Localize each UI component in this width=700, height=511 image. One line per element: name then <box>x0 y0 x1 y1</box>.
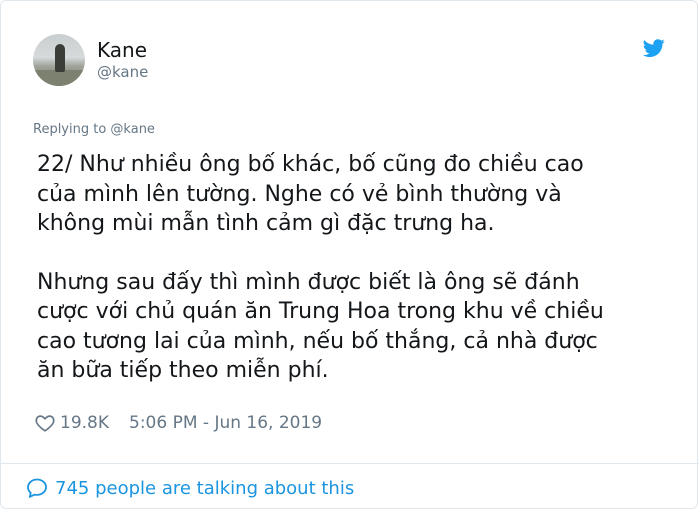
avatar-figure <box>55 44 65 72</box>
avatar[interactable] <box>33 34 85 86</box>
tweet-meta: 19.8K 5:06 PM - Jun 16, 2019 <box>34 409 322 437</box>
heart-icon[interactable] <box>34 412 56 434</box>
timestamp[interactable]: 5:06 PM - Jun 16, 2019 <box>129 413 322 433</box>
divider <box>1 463 699 464</box>
display-name[interactable]: Kane <box>97 38 148 62</box>
tweet-paragraph-2: Nhưng sau đấy thì mình được biết là ông … <box>37 269 604 384</box>
avatar-ground <box>33 70 85 86</box>
twitter-bird-icon[interactable] <box>641 37 667 59</box>
conversation-link[interactable]: 745 people are talking about this <box>25 473 354 503</box>
tweet-paragraph-1: 22/ Như nhiều ông bố khác, bố cũng đo ch… <box>37 152 584 236</box>
user-handle[interactable]: @kane <box>97 62 148 82</box>
tweet-header: Kane @kane <box>33 33 148 87</box>
replying-to[interactable]: Replying to @kane <box>33 121 155 139</box>
author-names: Kane @kane <box>97 38 148 82</box>
speech-bubble-icon <box>27 478 47 498</box>
conversation-text[interactable]: 745 people are talking about this <box>55 478 354 499</box>
like-count[interactable]: 19.8K <box>60 413 109 433</box>
tweet-card: Kane @kane Replying to @kane 22/ Như nhi… <box>0 0 699 509</box>
tweet-text: 22/ Như nhiều ông bố khác, bố cũng đo ch… <box>37 150 677 386</box>
